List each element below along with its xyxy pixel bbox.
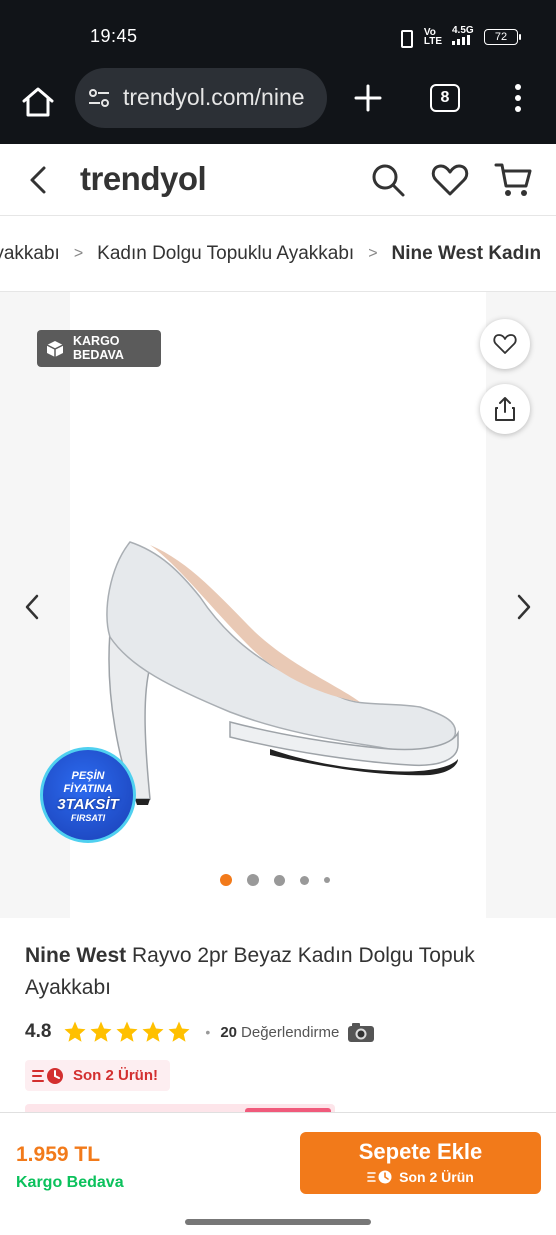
share-icon: [495, 397, 515, 421]
promo-line2: FİYATINA: [63, 783, 113, 795]
home-indicator[interactable]: [185, 1219, 371, 1225]
heart-icon[interactable]: [430, 160, 470, 200]
status-bar: 19:45 Vo LTE 4.5G 72: [0, 0, 556, 68]
pagination-dot[interactable]: [274, 874, 285, 886]
separator-dot: •: [205, 1024, 211, 1040]
free-shipping-badge: KARGO BEDAVA: [37, 330, 161, 367]
promo-line3: 3TAKSİT: [57, 796, 119, 813]
volte-bottom: LTE: [423, 35, 442, 47]
breadcrumb-item[interactable]: Ayakkabı: [0, 243, 60, 265]
breadcrumb-item[interactable]: Kadın Dolgu Topuklu Ayakkabı: [97, 243, 354, 265]
signal-bars-icon: [452, 35, 470, 45]
review-label[interactable]: Değerlendirme: [241, 1024, 339, 1041]
search-icon[interactable]: [368, 160, 408, 200]
trendyol-logo[interactable]: trendyol: [80, 160, 207, 198]
star-icon: [90, 1021, 112, 1042]
gallery-pagination: [220, 874, 330, 886]
product-brand[interactable]: Nine West: [25, 944, 126, 967]
box-icon: [46, 341, 64, 357]
rating-stars: [63, 1020, 193, 1044]
price: 1.959 TL: [16, 1143, 101, 1166]
camera-icon[interactable]: [347, 1021, 375, 1043]
clock-stock-icon: [367, 1170, 392, 1184]
add-to-cart-sublabel: Son 2 Ürün: [300, 1169, 541, 1185]
badge-line1: KARGO: [73, 334, 120, 348]
product-image-shoe: [106, 541, 459, 805]
share-button[interactable]: [480, 384, 530, 434]
installment-promo-badge: PEŞİN FİYATINA 3TAKSİT FIRSATI: [40, 747, 136, 843]
home-icon[interactable]: [18, 82, 58, 122]
breadcrumb: Ayakkabı > Kadın Dolgu Topuklu Ayakkabı …: [0, 217, 556, 292]
chevron-right-icon: >: [368, 245, 378, 262]
new-tab-icon[interactable]: [350, 80, 386, 116]
add-to-cart-label: Sepete Ekle: [358, 1139, 483, 1164]
star-icon: [64, 1021, 86, 1042]
volte-icon: Vo LTE: [423, 27, 442, 47]
badge-line2: BEDAVA: [73, 348, 124, 362]
product-title: Nine West Rayvo 2pr Beyaz Kadın Dolgu To…: [25, 940, 525, 1004]
status-time: 19:45: [90, 26, 138, 46]
stock-text: Son 2 Ürün!: [73, 1067, 158, 1084]
battery-icon: 72: [484, 28, 521, 45]
cart-icon[interactable]: [494, 160, 534, 200]
clock-stock-icon: [32, 1067, 63, 1084]
rating-row: 4.8 • 20 Değerlendirme: [25, 1018, 375, 1046]
star-icon: [116, 1021, 138, 1042]
star-icon: [168, 1021, 190, 1042]
previous-image-arrow[interactable]: [22, 592, 42, 622]
low-stock-badge: Son 2 Ürün!: [25, 1060, 170, 1091]
app-header: trendyol: [0, 144, 556, 216]
free-shipping-label: Kargo Bedava: [16, 1174, 124, 1191]
promo-line1: PEŞİN: [71, 770, 105, 782]
review-count[interactable]: 20: [220, 1024, 237, 1041]
promo-line4: FIRSATI: [70, 813, 106, 823]
tab-switcher-button[interactable]: 8: [430, 84, 460, 112]
status-icons: Vo LTE 4.5G 72: [396, 26, 521, 48]
next-image-arrow[interactable]: [514, 592, 534, 622]
heart-icon: [493, 334, 517, 354]
url-text[interactable]: trendyol.com/nine: [123, 84, 319, 111]
pagination-dot[interactable]: [247, 874, 259, 886]
add-to-cart-button[interactable]: Sepete Ekle Son 2 Ürün: [300, 1132, 541, 1194]
back-icon[interactable]: [24, 162, 54, 198]
chevron-right-icon: >: [73, 245, 84, 262]
breadcrumb-current[interactable]: Nine West Kadın: [392, 243, 542, 265]
signal-icon: 4.5G: [452, 26, 474, 47]
pagination-dot[interactable]: [220, 874, 232, 886]
product-gallery[interactable]: KARGO BEDAVA PEŞİN FİYATINA 3TAKSİT FIRS…: [0, 292, 556, 918]
browser-toolbar: trendyol.com/nine 8: [0, 68, 556, 144]
star-icon: [142, 1021, 164, 1042]
address-bar[interactable]: trendyol.com/nine: [75, 68, 327, 128]
overflow-menu-icon[interactable]: [508, 82, 528, 114]
favorite-button[interactable]: [480, 319, 530, 369]
pagination-dot[interactable]: [324, 877, 330, 883]
add-to-cart-sub-text: Son 2 Ürün: [399, 1169, 474, 1185]
rating-value: 4.8: [25, 1021, 52, 1042]
pagination-dot[interactable]: [300, 875, 309, 885]
site-settings-icon[interactable]: [87, 86, 111, 110]
bottom-purchase-bar: 1.959 TL Kargo Bedava Sepete Ekle Son 2 …: [0, 1112, 556, 1235]
vibrate-icon: [396, 29, 414, 48]
